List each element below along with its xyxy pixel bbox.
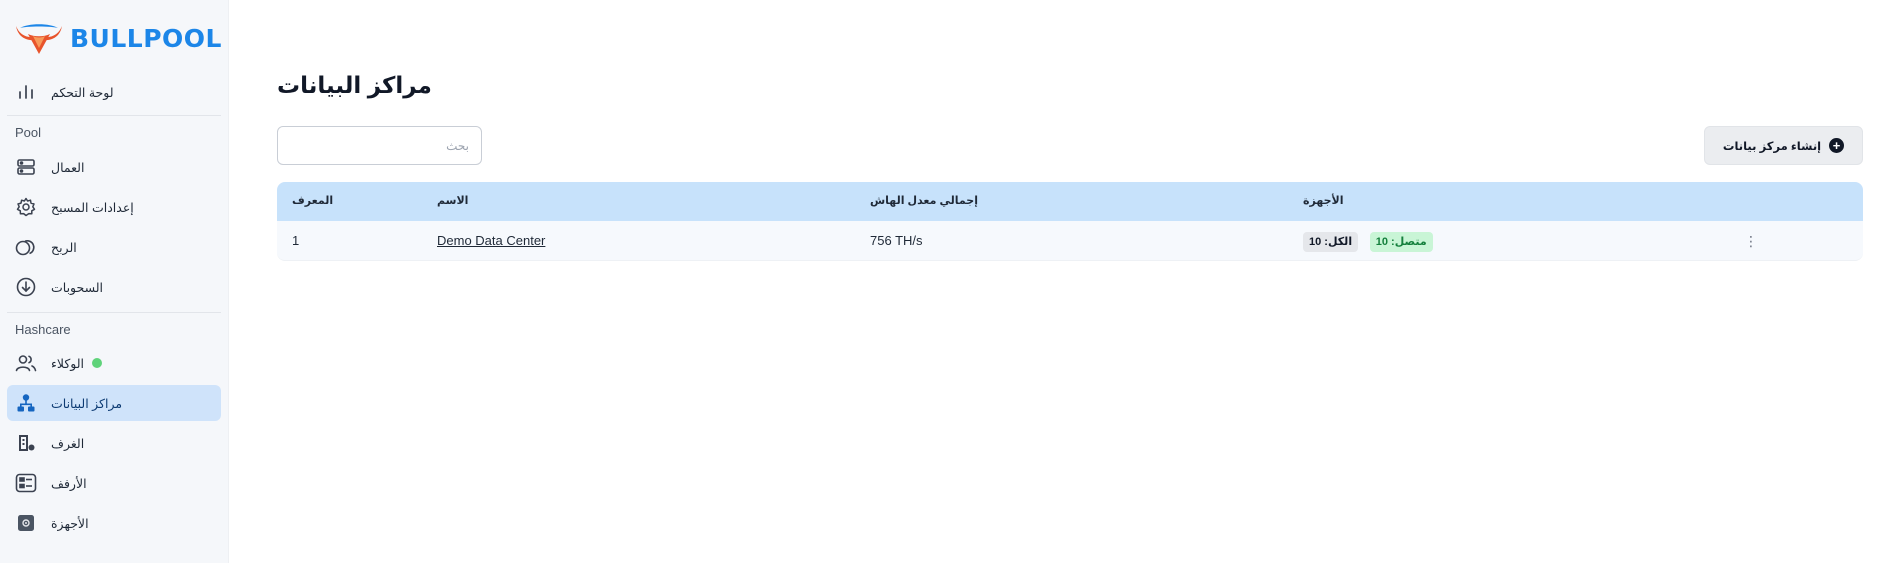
data-centers-table: المعرف الاسم إجمالي معدل الهاش الأجهزة 1…: [277, 182, 1863, 261]
sidebar-item-label: الغرف: [51, 436, 85, 451]
bar-chart-icon: [15, 81, 37, 103]
sidebar-item-label: الأرفف: [51, 476, 87, 491]
create-button-label: إنشاء مركز بيانات: [1722, 140, 1822, 153]
bull-logo-icon: [16, 24, 62, 54]
sidebar-item-data-centers[interactable]: مراكز البيانات: [7, 385, 221, 421]
brand-logo[interactable]: BULLPOOL: [14, 20, 222, 56]
column-header-hashrate[interactable]: إجمالي معدل الهاش: [870, 182, 978, 221]
sidebar-item-pool-settings[interactable]: إعدادات المسبح: [7, 189, 221, 225]
section-label-hashcare: Hashcare: [15, 322, 71, 337]
sidebar-item-label: لوحة التحكم: [51, 85, 114, 100]
room-icon: [15, 432, 37, 454]
sidebar-item-withdrawals[interactable]: السحوبات: [7, 269, 221, 305]
sidebar-item-label: العمال: [51, 160, 85, 175]
row-actions-kebab-icon[interactable]: ⋮: [1741, 231, 1761, 251]
sidebar-item-dashboard[interactable]: لوحة التحكم: [7, 74, 221, 110]
sidebar-item-agents[interactable]: الوكلاء: [7, 345, 221, 381]
sidebar: BULLPOOL لوحة التحكم Pool العمال إعدادات…: [0, 0, 229, 563]
column-header-name[interactable]: الاسم: [437, 182, 468, 221]
cell-devices: الكل: 10 متصل: 10: [1303, 221, 1433, 261]
data-center-link[interactable]: Demo Data Center: [437, 233, 545, 248]
table-row[interactable]: 1 Demo Data Center 756 TH/s الكل: 10 متص…: [277, 221, 1863, 261]
sidebar-divider: [7, 312, 221, 313]
table-header: المعرف الاسم إجمالي معدل الهاش الأجهزة: [277, 182, 1863, 221]
page-title: مراكز البيانات: [277, 72, 432, 98]
plus-circle-icon: +: [1829, 138, 1845, 153]
sidebar-item-label: إعدادات المسبح: [51, 200, 134, 215]
sidebar-item-racks[interactable]: الأرفف: [7, 465, 221, 501]
app-root: BULLPOOL لوحة التحكم Pool العمال إعدادات…: [0, 0, 1895, 563]
column-header-id[interactable]: المعرف: [292, 182, 333, 221]
online-status-dot: [92, 358, 103, 368]
sidebar-item-label: الربح: [51, 240, 77, 255]
cell-id: 1: [292, 233, 300, 248]
section-label-pool: Pool: [15, 125, 42, 140]
users-icon: [15, 352, 37, 374]
sidebar-item-workers[interactable]: العمال: [7, 149, 221, 185]
sitemap-icon: [15, 392, 37, 414]
sidebar-item-label: الأجهزة: [51, 516, 89, 531]
devices-total-badge: الكل: 10: [1303, 231, 1359, 252]
devices-online-badge: متصل: 10: [1369, 231, 1433, 252]
sidebar-item-devices[interactable]: الأجهزة: [7, 505, 221, 541]
sidebar-item-label: السحوبات: [51, 280, 104, 295]
create-data-center-button[interactable]: إنشاء مركز بيانات +: [1704, 126, 1863, 165]
sidebar-item-rooms[interactable]: الغرف: [7, 425, 221, 461]
search-input[interactable]: [277, 126, 482, 165]
rack-icon: [15, 472, 37, 494]
column-header-devices[interactable]: الأجهزة: [1303, 182, 1344, 221]
cell-hashrate: 756 TH/s: [870, 233, 923, 248]
coins-icon: [15, 236, 37, 258]
device-icon: [15, 512, 37, 534]
sidebar-item-label: مراكز البيانات: [51, 396, 123, 411]
cell-name: Demo Data Center: [437, 221, 545, 261]
brand-name: BULLPOOL: [70, 23, 222, 53]
gear-icon: [15, 196, 37, 218]
sidebar-item-label: الوكلاء: [51, 356, 85, 371]
sidebar-divider: [7, 115, 221, 116]
sidebar-item-profit[interactable]: الربح: [7, 229, 221, 265]
server-icon: [15, 156, 37, 178]
download-circle-icon: [15, 276, 37, 298]
